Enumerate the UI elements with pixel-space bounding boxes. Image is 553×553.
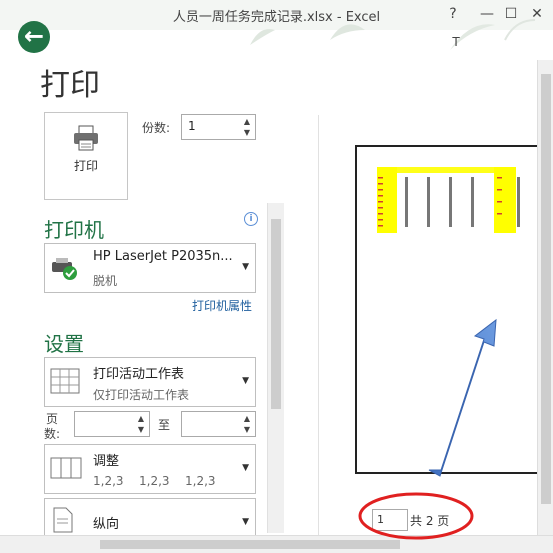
annotation-overlay (358, 318, 497, 540)
annotation-arrow-icon (428, 318, 497, 477)
annotation-circle-icon (358, 492, 474, 540)
